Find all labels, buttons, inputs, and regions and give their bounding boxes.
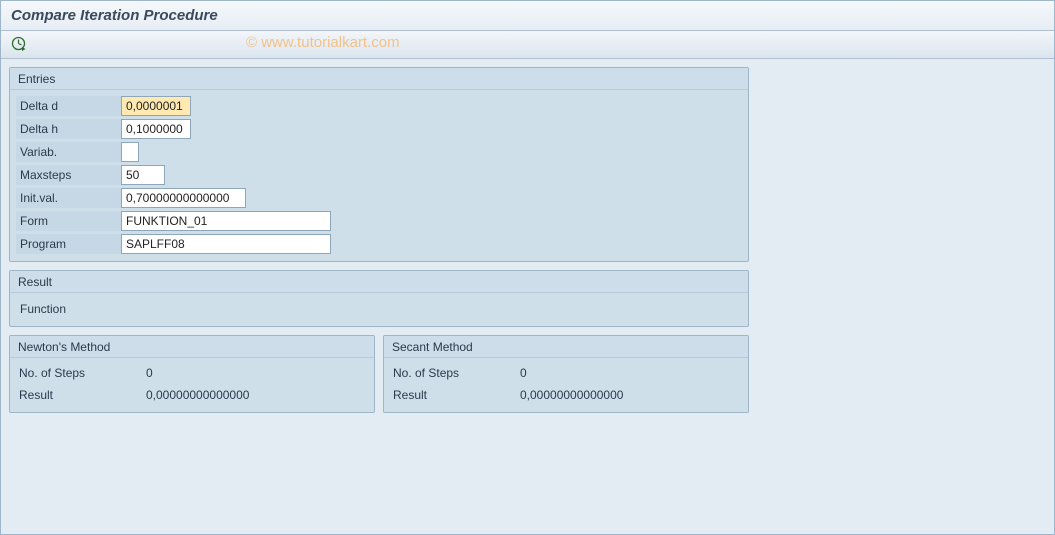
watermark-text: © www.tutorialkart.com — [246, 34, 400, 51]
label-maxsteps: Maxsteps — [16, 165, 121, 185]
label-delta-h: Delta h — [16, 119, 121, 139]
input-program[interactable] — [121, 234, 331, 254]
label-program: Program — [16, 234, 121, 254]
newton-result-row: Result 0,00000000000000 — [16, 384, 368, 406]
secant-header: Secant Method — [384, 336, 748, 358]
label-form: Form — [16, 211, 121, 231]
row-initval: Init.val. — [16, 186, 742, 209]
entries-group: Entries Delta d Delta h Variab. Maxsteps — [9, 67, 749, 262]
newton-result-value: 0,00000000000000 — [146, 388, 249, 402]
secant-result-label: Result — [390, 388, 500, 402]
result-group: Result Function — [9, 270, 749, 327]
label-function: Function — [16, 299, 96, 319]
secant-steps-row: No. of Steps 0 — [390, 362, 742, 384]
result-header: Result — [10, 271, 748, 293]
row-function: Function — [16, 297, 742, 320]
newton-steps-value: 0 — [146, 366, 153, 380]
row-delta-d: Delta d — [16, 94, 742, 117]
secant-result-value: 0,00000000000000 — [520, 388, 623, 402]
clock-execute-icon — [11, 36, 26, 54]
entries-header: Entries — [10, 68, 748, 90]
newton-result-label: Result — [16, 388, 126, 402]
secant-group: Secant Method No. of Steps 0 Result 0,00… — [383, 335, 749, 413]
input-initval[interactable] — [121, 188, 246, 208]
row-form: Form — [16, 209, 742, 232]
input-delta-d[interactable] — [121, 96, 191, 116]
result-body: Function — [10, 293, 748, 326]
row-program: Program — [16, 232, 742, 255]
label-variab: Variab. — [16, 142, 121, 162]
entries-body: Delta d Delta h Variab. Maxsteps Init.va — [10, 90, 748, 261]
toolbar: © www.tutorialkart.com — [1, 31, 1054, 59]
execute-button[interactable] — [7, 35, 29, 55]
content-area: Entries Delta d Delta h Variab. Maxsteps — [1, 59, 1054, 534]
newton-group: Newton's Method No. of Steps 0 Result 0,… — [9, 335, 375, 413]
app-window: Compare Iteration Procedure © www.tutori… — [0, 0, 1055, 535]
label-initval: Init.val. — [16, 188, 121, 208]
secant-result-row: Result 0,00000000000000 — [390, 384, 742, 406]
title-bar: Compare Iteration Procedure — [1, 1, 1054, 31]
input-maxsteps[interactable] — [121, 165, 165, 185]
methods-row: Newton's Method No. of Steps 0 Result 0,… — [9, 335, 749, 413]
newton-body: No. of Steps 0 Result 0,00000000000000 — [10, 358, 374, 412]
newton-steps-label: No. of Steps — [16, 366, 126, 380]
secant-body: No. of Steps 0 Result 0,00000000000000 — [384, 358, 748, 412]
row-delta-h: Delta h — [16, 117, 742, 140]
label-delta-d: Delta d — [16, 96, 121, 116]
newton-steps-row: No. of Steps 0 — [16, 362, 368, 384]
secant-steps-label: No. of Steps — [390, 366, 500, 380]
page-title: Compare Iteration Procedure — [11, 7, 1044, 24]
newton-header: Newton's Method — [10, 336, 374, 358]
row-maxsteps: Maxsteps — [16, 163, 742, 186]
secant-steps-value: 0 — [520, 366, 527, 380]
input-variab[interactable] — [121, 142, 139, 162]
input-form[interactable] — [121, 211, 331, 231]
input-delta-h[interactable] — [121, 119, 191, 139]
row-variab: Variab. — [16, 140, 742, 163]
